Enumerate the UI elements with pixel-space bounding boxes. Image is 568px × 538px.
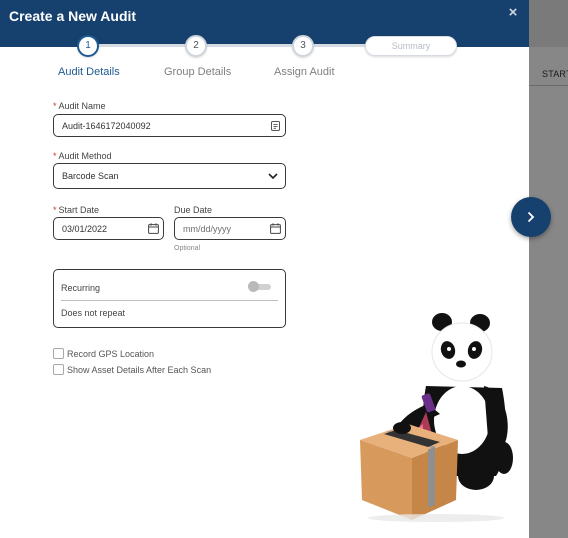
show-asset-details-label[interactable]: Show Asset Details After Each Scan [67, 365, 211, 375]
step-3-label[interactable]: Assign Audit [274, 66, 335, 78]
recurring-value[interactable]: Does not repeat [61, 308, 125, 318]
create-audit-panel: Create a New Audit × 1 2 3 Summary Audit… [0, 0, 529, 538]
chevron-right-icon [527, 211, 535, 223]
id-card-icon[interactable] [271, 121, 280, 131]
start-date-value: 03/01/2022 [62, 223, 108, 234]
recurring-toggle[interactable] [248, 281, 272, 292]
audit-name-value: Audit-1646172040092 [62, 120, 151, 131]
panda-scanning-box-illustration [360, 313, 513, 522]
audit-method-select[interactable]: Barcode Scan [53, 163, 286, 189]
start-date-input[interactable]: 03/01/2022 [53, 217, 164, 240]
step-1-label[interactable]: Audit Details [58, 66, 120, 78]
audit-name-input[interactable]: Audit-1646172040092 [53, 114, 286, 137]
calendar-icon[interactable] [148, 223, 159, 234]
due-date-label: Due Date [174, 205, 213, 215]
recurring-divider [61, 300, 278, 301]
recurring-panel: Recurring Does not repeat [53, 269, 286, 328]
show-asset-details-checkbox[interactable] [53, 364, 64, 375]
due-date-placeholder: mm/dd/yyyy [183, 223, 232, 234]
record-gps-checkbox[interactable] [53, 348, 64, 359]
step-2-indicator[interactable]: 2 [185, 35, 207, 57]
step-1-indicator[interactable]: 1 [77, 35, 99, 57]
modal-backdrop[interactable] [529, 0, 568, 538]
required-marker: * [53, 151, 57, 161]
stepper-track [88, 44, 412, 47]
due-date-input[interactable]: mm/dd/yyyy [174, 217, 286, 240]
record-gps-label[interactable]: Record GPS Location [67, 349, 154, 359]
step-3-indicator[interactable]: 3 [292, 35, 314, 57]
required-marker: * [53, 205, 57, 215]
start-date-label: * Start Date [53, 205, 100, 215]
audit-method-label: * Audit Method [53, 151, 112, 161]
audit-name-label: * Audit Name [53, 101, 106, 111]
modal-title: Create a New Audit [9, 8, 137, 24]
recurring-label: Recurring [61, 283, 101, 293]
audit-method-value: Barcode Scan [62, 171, 119, 181]
step-2-label[interactable]: Group Details [164, 66, 231, 78]
chevron-down-icon[interactable] [268, 173, 278, 180]
toggle-knob [248, 281, 259, 292]
due-date-hint: Optional [174, 245, 201, 252]
close-icon[interactable]: × [506, 5, 520, 20]
step-summary-indicator[interactable]: Summary [365, 36, 457, 56]
calendar-icon[interactable] [270, 223, 281, 234]
next-step-button[interactable] [511, 197, 551, 237]
required-marker: * [53, 101, 57, 111]
